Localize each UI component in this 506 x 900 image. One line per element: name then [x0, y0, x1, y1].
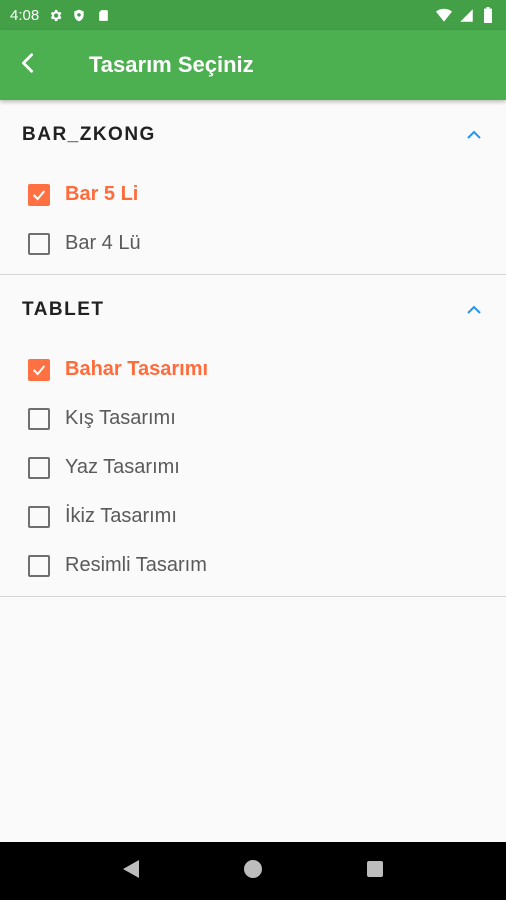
recents-square-icon	[366, 860, 384, 883]
page-title: Tasarım Seçiniz	[89, 52, 254, 77]
battery-icon	[480, 7, 496, 23]
option-label: Bar 4 Lü	[65, 232, 141, 254]
chevron-up-icon[interactable]	[462, 123, 486, 147]
checkbox[interactable]	[28, 407, 50, 430]
chevron-up-icon[interactable]	[462, 298, 486, 322]
checkbox[interactable]	[28, 358, 50, 381]
option-bar-5-li[interactable]: Bar 5 Li	[0, 170, 506, 219]
section-tablet: TABLET Bahar Tasarımı Kış Tasarımı Yaz T…	[0, 275, 506, 597]
option-label: Bahar Tasarımı	[65, 358, 209, 380]
nav-home-button[interactable]	[233, 851, 273, 891]
system-nav-bar	[0, 842, 506, 900]
checkbox[interactable]	[28, 183, 50, 206]
option-bahar-tasarimi[interactable]: Bahar Tasarımı	[0, 345, 506, 394]
checkbox[interactable]	[28, 505, 50, 528]
app-bar: Tasarım Seçiniz	[0, 30, 506, 100]
nav-recents-button[interactable]	[355, 851, 395, 891]
section-title: BAR_ZKONG	[22, 124, 156, 145]
option-label: Yaz Tasarımı	[65, 456, 180, 478]
gear-icon	[47, 7, 63, 23]
status-bar: 4:08	[0, 0, 506, 30]
option-resimli-tasarim[interactable]: Resimli Tasarım	[0, 541, 506, 590]
design-list: BAR_ZKONG Bar 5 Li Bar 4 Lü TABLET Bahar…	[0, 100, 506, 597]
back-button[interactable]	[0, 30, 56, 100]
option-label: Resimli Tasarım	[65, 554, 207, 576]
back-arrow-icon	[17, 52, 39, 79]
shield-icon	[71, 7, 87, 23]
option-label: Bar 5 Li	[65, 183, 139, 205]
option-kis-tasarimi[interactable]: Kış Tasarımı	[0, 394, 506, 443]
checkbox[interactable]	[28, 554, 50, 577]
option-label: Kış Tasarımı	[65, 407, 176, 429]
wifi-icon	[436, 7, 452, 23]
back-triangle-icon	[122, 859, 140, 884]
checkbox[interactable]	[28, 456, 50, 479]
signal-icon	[458, 7, 474, 23]
checkbox[interactable]	[28, 232, 50, 255]
option-ikiz-tasarimi[interactable]: İkiz Tasarımı	[0, 492, 506, 541]
section-header[interactable]: TABLET	[0, 275, 506, 345]
sd-card-icon	[95, 7, 111, 23]
section-padding	[0, 590, 506, 596]
option-bar-4-lu[interactable]: Bar 4 Lü	[0, 219, 506, 268]
section-header[interactable]: BAR_ZKONG	[0, 100, 506, 170]
nav-back-button[interactable]	[111, 851, 151, 891]
home-circle-icon	[243, 859, 263, 884]
section-bar-zkong: BAR_ZKONG Bar 5 Li Bar 4 Lü	[0, 100, 506, 275]
option-yaz-tasarimi[interactable]: Yaz Tasarımı	[0, 443, 506, 492]
status-time: 4:08	[10, 6, 40, 24]
section-padding	[0, 268, 506, 274]
section-title: TABLET	[22, 299, 105, 320]
option-label: İkiz Tasarımı	[65, 505, 177, 527]
